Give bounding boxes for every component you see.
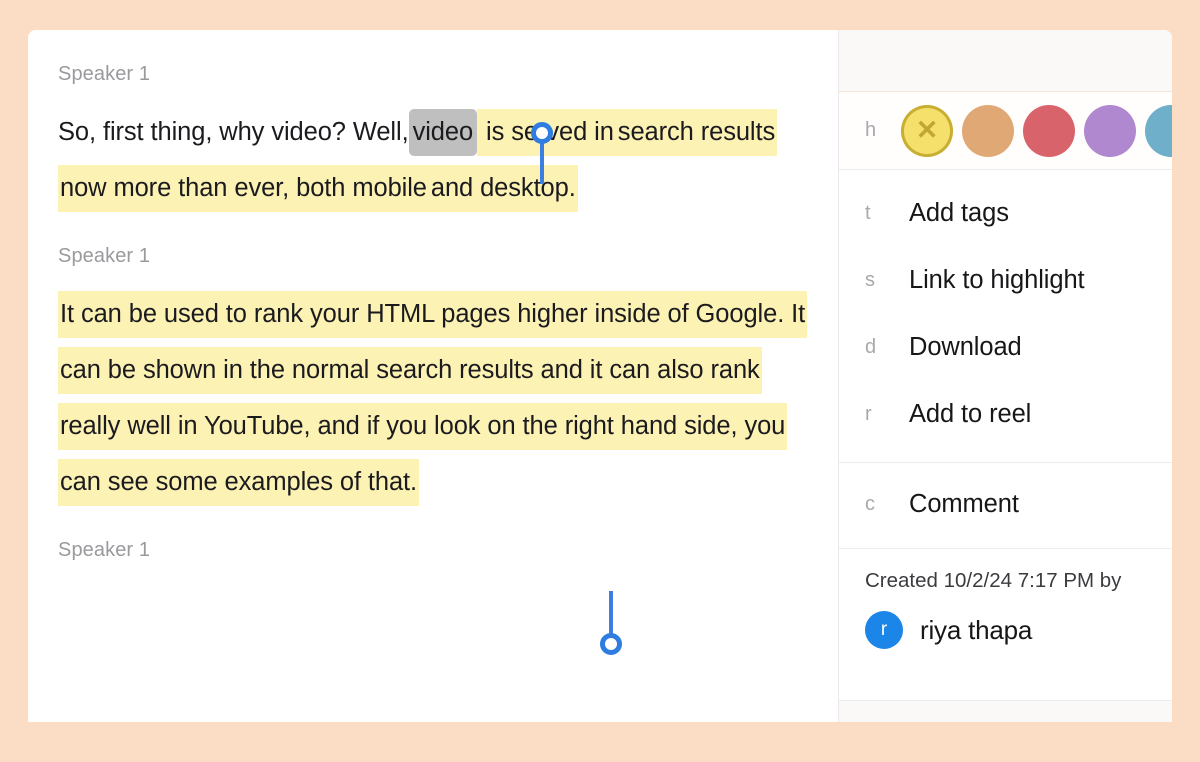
highlighted-paragraph[interactable]: It can be used to rank your HTML pages h…: [58, 291, 808, 506]
speaker-name: Speaker 1: [58, 245, 151, 267]
created-timestamp: Created 10/2/24 7:17 PM by: [865, 569, 1122, 592]
author-name[interactable]: riya thapa: [920, 615, 1032, 646]
menu-item-label: Add to reel: [909, 400, 1032, 428]
menu-item-download[interactable]: d Download: [839, 314, 1172, 381]
shortcut-key-c: c: [865, 493, 875, 515]
shortcut-key-r: r: [865, 403, 872, 425]
transcript-utterance[interactable]: It can be used to rank your HTML pages h…: [58, 286, 810, 510]
shortcut-key-s: s: [865, 269, 875, 291]
menu-item-label: Link to highlight: [909, 266, 1085, 294]
highlighted-text-3[interactable]: and desktop.: [428, 165, 578, 212]
selection-handle-ring[interactable]: [531, 122, 553, 144]
created-metadata: Created 10/2/24 7:17 PM by r riya thapa: [839, 549, 1172, 649]
menu-item-add-tags[interactable]: t Add tags: [839, 180, 1172, 247]
app-frame: Speaker 1 So, first thing, why video? We…: [0, 0, 1200, 762]
color-swatch-red[interactable]: [1023, 104, 1075, 157]
shortcut-key-h: h: [865, 119, 877, 141]
selection-caret-line: [540, 140, 544, 184]
content-card: Speaker 1 So, first thing, why video? We…: [28, 30, 1172, 722]
highlight-color-row[interactable]: h ✕: [839, 92, 1172, 170]
menu-item-comment[interactable]: c Comment: [839, 471, 1172, 538]
clear-highlight-icon[interactable]: ✕: [901, 105, 953, 157]
color-swatch-blue[interactable]: [1145, 104, 1172, 157]
author-row[interactable]: r riya thapa: [865, 611, 1172, 649]
panel-bottom-strip: [839, 700, 1172, 722]
transcript-pane[interactable]: Speaker 1 So, first thing, why video? We…: [28, 30, 838, 722]
menu-item-link-to-highlight[interactable]: s Link to highlight: [839, 247, 1172, 314]
panel-top-strip: [839, 30, 1172, 92]
menu-item-label: Add tags: [909, 199, 1009, 227]
menu-item-label: Comment: [909, 490, 1019, 518]
transcript-utterance[interactable]: So, first thing, why video? Well, video i…: [58, 104, 810, 216]
menu-item-label: Download: [909, 333, 1022, 361]
panel-menu-group: t Add tags s Link to highlight d Downloa…: [839, 170, 1172, 463]
speaker-label: Speaker 1: [58, 242, 838, 270]
shortcut-key-d: d: [865, 336, 877, 358]
color-swatch-purple[interactable]: [1084, 104, 1136, 157]
selected-word[interactable]: video: [408, 109, 478, 156]
speaker-name: Speaker 1: [58, 539, 151, 561]
speaker-label: Speaker 1: [58, 60, 838, 88]
selection-handle-ring[interactable]: [600, 633, 622, 655]
color-swatch-yellow[interactable]: ✕: [901, 104, 953, 157]
selection-caret-line: [609, 591, 613, 637]
utterance-text-plain: So, first thing, why video? Well,: [58, 118, 409, 146]
menu-item-add-to-reel[interactable]: r Add to reel: [839, 381, 1172, 448]
panel-menu-group: c Comment: [839, 463, 1172, 549]
speaker-label: Speaker 1: [58, 536, 838, 564]
highlight-action-panel: h ✕ t Add tags s Link to highlight d Dow…: [838, 30, 1172, 722]
avatar[interactable]: r: [865, 611, 903, 649]
speaker-name: Speaker 1: [58, 63, 151, 85]
shortcut-key-t: t: [865, 202, 871, 224]
color-swatch-orange[interactable]: [962, 104, 1014, 157]
